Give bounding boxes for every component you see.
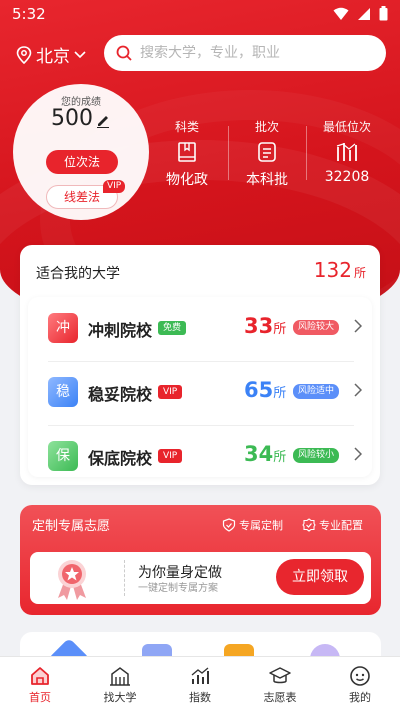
total-count-number: 132 <box>313 258 352 282</box>
medal-ribbon-icon <box>58 560 86 600</box>
custom-offer: 为你量身定做 一键定制专属方案 立即领取 <box>30 552 371 604</box>
category-name: 冲刺院校 <box>88 321 153 340</box>
safe-badge-icon: 保 <box>48 441 78 471</box>
custom-plan-card: 定制专属志愿 专属定制 专业配置 为你量身定做 一键定制专属方案 立即领取 <box>20 505 381 615</box>
custom-subline: 一键定制专属方案 <box>138 583 218 594</box>
stat-label: 科类 <box>174 120 199 134</box>
city-name: 北京 <box>36 47 70 67</box>
tab-volunteer-form[interactable]: 志愿表 <box>240 663 320 705</box>
feature-label: 专属定制 <box>239 519 283 532</box>
top-bar: 北京 <box>0 34 400 74</box>
school-category-list: 冲 冲刺院校 免费 33所 风险较大 稳 稳妥院校 VIP 65所 风险适中 保… <box>28 297 372 477</box>
total-count-unit: 所 <box>353 266 366 280</box>
category-count: 34所 <box>244 442 286 466</box>
index-chart-icon <box>160 663 240 689</box>
free-tag: 免费 <box>158 321 187 335</box>
risk-badge: 风险适中 <box>293 384 340 399</box>
search-icon <box>116 45 132 61</box>
category-count: 65所 <box>244 378 286 402</box>
chevron-right-icon <box>354 383 362 397</box>
stable-badge-icon: 稳 <box>48 377 78 407</box>
category-name: 保底院校 <box>88 449 153 468</box>
location-pin-icon <box>16 45 32 64</box>
shield-check-icon <box>222 518 236 532</box>
suitable-universities-card: 适合我的大学 132 所 冲 冲刺院校 免费 33所 风险较大 稳 稳妥院校 VI… <box>20 245 380 485</box>
edit-pencil-icon[interactable] <box>95 112 111 128</box>
score-value[interactable]: 500 <box>51 106 93 131</box>
tab-label: 志愿表 <box>263 691 297 704</box>
tab-label: 首页 <box>29 691 51 704</box>
stat-divider <box>306 126 307 180</box>
list-item-safe[interactable]: 保 保底院校 VIP 34所 风险较小 <box>28 425 372 489</box>
category-count-number: 33 <box>244 314 274 338</box>
chevron-right-icon <box>354 319 362 333</box>
risk-badge: 风险较小 <box>293 448 340 463</box>
category-count: 33所 <box>244 314 286 338</box>
risk-badge: 风险较大 <box>293 320 340 335</box>
claim-now-button[interactable]: 立即领取 <box>276 559 364 595</box>
university-icon <box>80 663 160 689</box>
stat-subject[interactable]: 科类 物化政 <box>162 118 212 189</box>
battery-icon <box>379 6 388 21</box>
status-bar: 5:32 <box>0 0 400 28</box>
total-count: 132 所 <box>314 258 366 282</box>
feature-exclusive: 专属定制 <box>222 517 283 533</box>
feature-label: 专业配置 <box>319 519 363 532</box>
stat-value: 本科批 <box>246 172 288 188</box>
tab-label: 指数 <box>189 691 211 704</box>
stat-min-rank[interactable]: 最低位次 32208 <box>317 118 377 185</box>
chevron-down-icon <box>74 50 86 58</box>
graduation-cap-icon <box>240 663 320 689</box>
tab-mine[interactable]: 我的 <box>320 663 400 705</box>
city-selector[interactable]: 北京 <box>16 42 86 67</box>
rank-bars-icon <box>317 141 377 165</box>
book-icon <box>162 141 212 165</box>
card-title: 适合我的大学 <box>36 266 120 282</box>
sprint-badge-icon: 冲 <box>48 313 78 343</box>
category-count-number: 34 <box>244 442 274 466</box>
wifi-icon <box>333 7 349 20</box>
chevron-right-icon <box>354 447 362 461</box>
vip-tag: VIP <box>158 449 183 463</box>
badge-check-icon <box>302 518 316 532</box>
signal-icon <box>358 7 370 20</box>
stat-label: 最低位次 <box>322 120 371 134</box>
rank-method-button[interactable]: 位次法 <box>46 150 118 174</box>
dashed-divider <box>124 560 125 596</box>
status-time: 5:32 <box>12 5 46 23</box>
tab-label: 找大学 <box>103 691 137 704</box>
list-item-sprint[interactable]: 冲 冲刺院校 免费 33所 风险较大 <box>28 297 372 361</box>
batch-icon <box>242 141 292 165</box>
custom-title: 定制专属志愿 <box>32 519 111 534</box>
tab-label: 我的 <box>349 691 371 704</box>
bottom-tab-bar: 首页 找大学 指数 志愿表 我的 <box>0 656 400 711</box>
tab-index[interactable]: 指数 <box>160 663 240 705</box>
category-count-unit: 所 <box>273 450 287 465</box>
category-name: 稳妥院校 <box>88 385 153 404</box>
stat-value: 物化政 <box>166 172 208 188</box>
category-count-unit: 所 <box>273 386 287 401</box>
vip-badge: VIP <box>103 180 126 193</box>
home-icon <box>0 663 80 689</box>
tab-find-university[interactable]: 找大学 <box>80 663 160 705</box>
category-count-unit: 所 <box>273 322 287 337</box>
status-icons <box>333 6 388 21</box>
category-count-number: 65 <box>244 378 274 402</box>
stat-batch[interactable]: 批次 本科批 <box>242 118 292 189</box>
tab-home[interactable]: 首页 <box>0 663 80 705</box>
stat-value: 32208 <box>324 169 370 185</box>
stat-divider <box>228 126 229 180</box>
score-panel: 您的成绩 500 位次法 线差法 VIP <box>13 84 149 220</box>
search-input[interactable] <box>140 45 360 61</box>
vip-tag: VIP <box>158 385 183 399</box>
feature-major: 专业配置 <box>302 517 363 533</box>
profile-face-icon <box>320 663 400 689</box>
stat-label: 批次 <box>254 120 279 134</box>
search-bar[interactable] <box>104 35 386 71</box>
list-item-stable[interactable]: 稳 稳妥院校 VIP 65所 风险适中 <box>28 361 372 425</box>
